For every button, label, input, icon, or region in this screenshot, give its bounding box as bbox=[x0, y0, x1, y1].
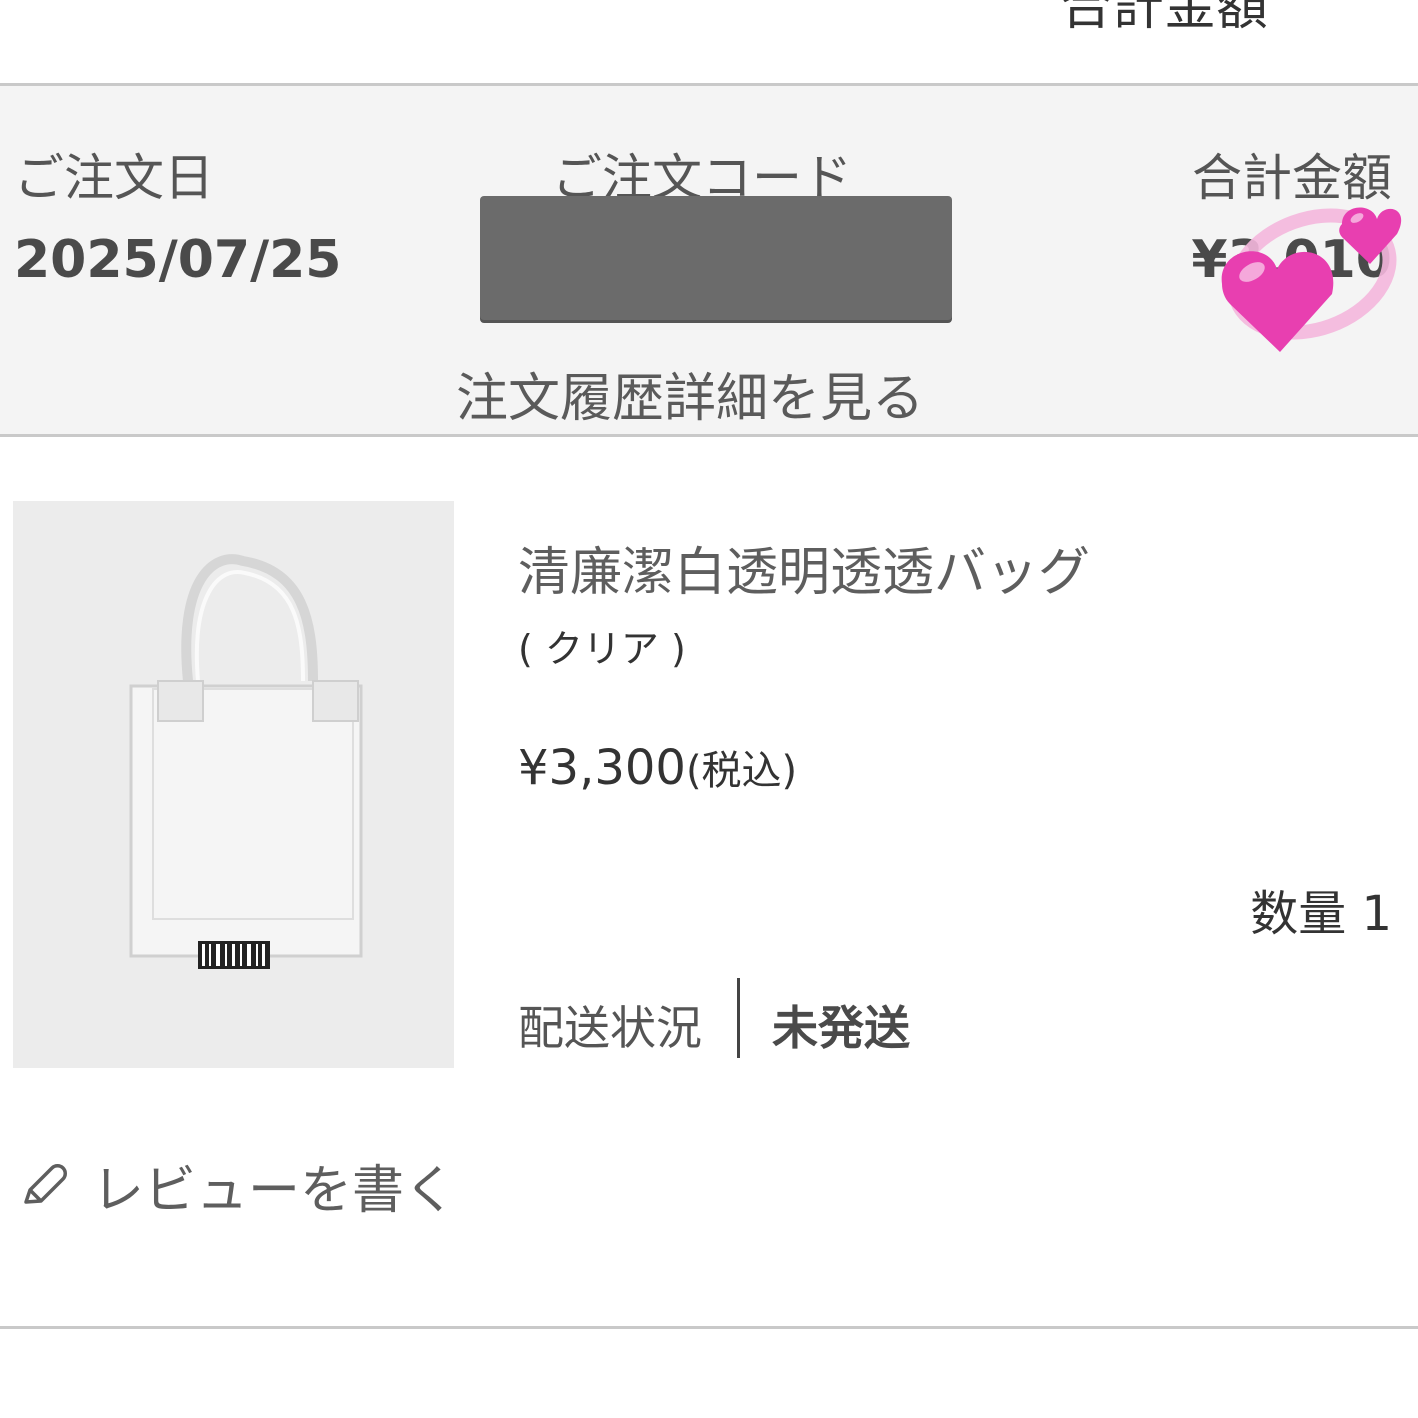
order-date-label: ご注文日 bbox=[14, 149, 214, 207]
product-price: ¥3,300(税込) bbox=[518, 738, 797, 796]
shipping-status-value: 未発送 bbox=[772, 1001, 910, 1055]
tax-note: (税込) bbox=[685, 748, 798, 794]
section-divider bbox=[0, 1326, 1418, 1329]
price-value: ¥3,300 bbox=[518, 740, 686, 796]
shipping-status-label: 配送状況 bbox=[518, 1001, 702, 1055]
order-date-value: 2025/07/25 bbox=[14, 230, 342, 290]
order-header: ご注文日 ご注文コード 合計金額 2025/07/25 ¥3,010 注文履歴詳… bbox=[0, 83, 1418, 437]
order-detail-link[interactable]: 注文履歴詳細を見る bbox=[456, 356, 924, 431]
product-name[interactable]: 清廉潔白透明透透バッグ bbox=[518, 530, 1090, 605]
shipping-divider bbox=[737, 978, 740, 1058]
hearts-sticker-icon bbox=[1221, 207, 1402, 352]
quantity-label: 数量 1 bbox=[1250, 886, 1392, 942]
clear-bag-illustration bbox=[13, 501, 454, 1068]
pencil-icon bbox=[24, 1164, 67, 1204]
previous-order-partial-text: 合計金額 bbox=[1060, 0, 1269, 37]
write-review-button[interactable]: レビューを書く bbox=[18, 1150, 457, 1221]
product-variant: ( クリア ) bbox=[518, 627, 686, 671]
product-image[interactable] bbox=[13, 501, 454, 1068]
write-review-label: レビューを書く bbox=[92, 1160, 457, 1221]
order-code-redaction bbox=[480, 196, 952, 320]
